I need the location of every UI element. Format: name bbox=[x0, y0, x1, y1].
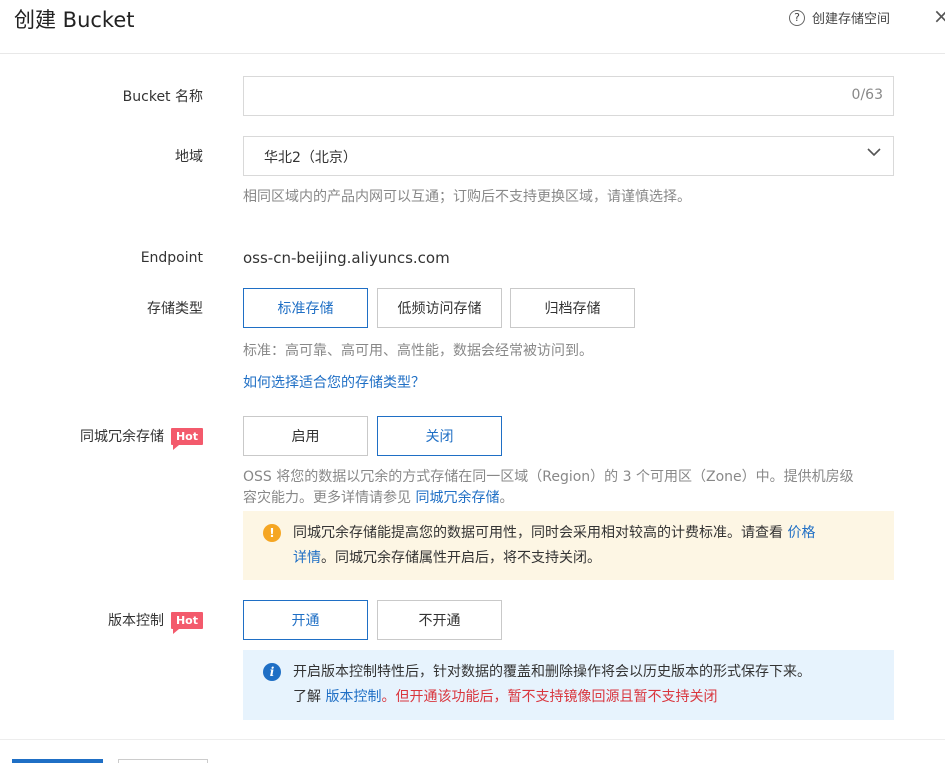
zone-redundant-desc-line2: 容灾能力。更多详情请参见 同城冗余存储。 bbox=[243, 488, 903, 509]
zone-redundant-doc-link[interactable]: 同城冗余存储 bbox=[415, 490, 499, 506]
bucket-name-label: Bucket 名称 bbox=[122, 89, 203, 105]
bucket-name-input[interactable]: 0/63 bbox=[243, 76, 894, 116]
zone-redundant-label-text: 同城冗余存储 bbox=[79, 429, 164, 445]
chevron-down-icon bbox=[867, 148, 881, 157]
storage-class-ia-button[interactable]: 低频访问存储 bbox=[377, 288, 502, 328]
footer-divider bbox=[0, 739, 945, 740]
pricing-details-link[interactable]: 详情 bbox=[293, 550, 321, 566]
info-line1: 开启版本控制特性后，针对数据的覆盖和删除操作将会以历史版本的形式保存下来。 bbox=[293, 664, 811, 680]
endpoint-value: oss-cn-beijing.aliyuncs.com bbox=[243, 249, 450, 267]
confirm-button[interactable] bbox=[12, 759, 103, 763]
hot-badge: Hot bbox=[170, 611, 203, 634]
info-line2: 了解 版本控制。但开通该功能后，暂不支持镜像回源且暂不支持关闭 bbox=[293, 685, 894, 710]
zone-redundant-desc-line1: OSS 将您的数据以冗余的方式存储在同一区域（Region）的 3 个可用区（Z… bbox=[243, 469, 854, 485]
versioning-label: 版本控制 Hot bbox=[107, 610, 203, 634]
pricing-link[interactable]: 价格 bbox=[787, 525, 815, 541]
help-link[interactable]: ? 创建存储空间 bbox=[789, 8, 890, 27]
storage-class-help-link[interactable]: 如何选择适合您的存储类型？ bbox=[243, 373, 425, 394]
warning-line2-text: 。同城冗余存储属性开启后，将不支持关闭。 bbox=[321, 550, 601, 566]
versioning-enable-button[interactable]: 开通 bbox=[243, 600, 368, 640]
storage-class-standard-button[interactable]: 标准存储 bbox=[243, 288, 368, 328]
hot-badge: Hot bbox=[170, 427, 203, 450]
info-line2-prefix: 了解 bbox=[293, 689, 326, 705]
zone-redundant-enable-button[interactable]: 启用 bbox=[243, 416, 368, 456]
dialog-title: 创建 Bucket bbox=[14, 8, 135, 32]
close-icon[interactable]: × bbox=[933, 4, 945, 28]
versioning-doc-link[interactable]: 版本控制 bbox=[325, 689, 381, 705]
warning-line1: 同城冗余存储能提高您的数据可用性，同时会采用相对较高的计费标准。请查看 价格 bbox=[293, 521, 894, 546]
versioning-disable-button[interactable]: 不开通 bbox=[377, 600, 502, 640]
versioning-label-text: 版本控制 bbox=[107, 613, 164, 629]
help-link-label: 创建存储空间 bbox=[812, 12, 891, 27]
region-hint: 相同区域内的产品内网可以互通；订购后不支持更换区域，请谨慎选择。 bbox=[243, 189, 691, 205]
zone-redundant-disable-button[interactable]: 关闭 bbox=[377, 416, 502, 456]
dialog-header: 创建 Bucket ? 创建存储空间 × bbox=[0, 0, 945, 54]
endpoint-label: Endpoint bbox=[140, 250, 203, 266]
region-selected-value: 华北2（北京） bbox=[264, 150, 357, 166]
zone-redundant-warning: ! 同城冗余存储能提高您的数据可用性，同时会采用相对较高的计费标准。请查看 价格… bbox=[243, 511, 894, 580]
region-label: 地域 bbox=[175, 149, 203, 165]
cancel-button[interactable] bbox=[118, 759, 208, 763]
desc-line2-suffix: 。 bbox=[499, 490, 514, 506]
region-select[interactable]: 华北2（北京） bbox=[243, 136, 894, 176]
versioning-warning-text: 。但开通该功能后，暂不支持镜像回源且暂不支持关闭 bbox=[381, 689, 718, 705]
info-icon: i bbox=[263, 663, 281, 681]
desc-line2-prefix: 容灾能力。更多详情请参见 bbox=[243, 490, 416, 506]
char-counter: 0/63 bbox=[851, 87, 883, 103]
storage-class-label: 存储类型 bbox=[147, 301, 203, 317]
zone-redundant-label: 同城冗余存储 Hot bbox=[79, 426, 203, 450]
storage-class-archive-button[interactable]: 归档存储 bbox=[510, 288, 635, 328]
warning-line1-text: 同城冗余存储能提高您的数据可用性，同时会采用相对较高的计费标准。请查看 bbox=[293, 525, 788, 541]
versioning-info: i 开启版本控制特性后，针对数据的覆盖和删除操作将会以历史版本的形式保存下来。 … bbox=[243, 650, 894, 720]
warning-icon: ! bbox=[263, 524, 281, 542]
storage-class-hint: 标准：高可靠、高可用、高性能，数据会经常被访问到。 bbox=[243, 343, 593, 359]
zone-redundant-description: OSS 将您的数据以冗余的方式存储在同一区域（Region）的 3 个可用区（Z… bbox=[243, 467, 903, 509]
warning-line2: 详情。同城冗余存储属性开启后，将不支持关闭。 bbox=[293, 546, 894, 571]
question-circle-icon: ? bbox=[789, 9, 805, 26]
